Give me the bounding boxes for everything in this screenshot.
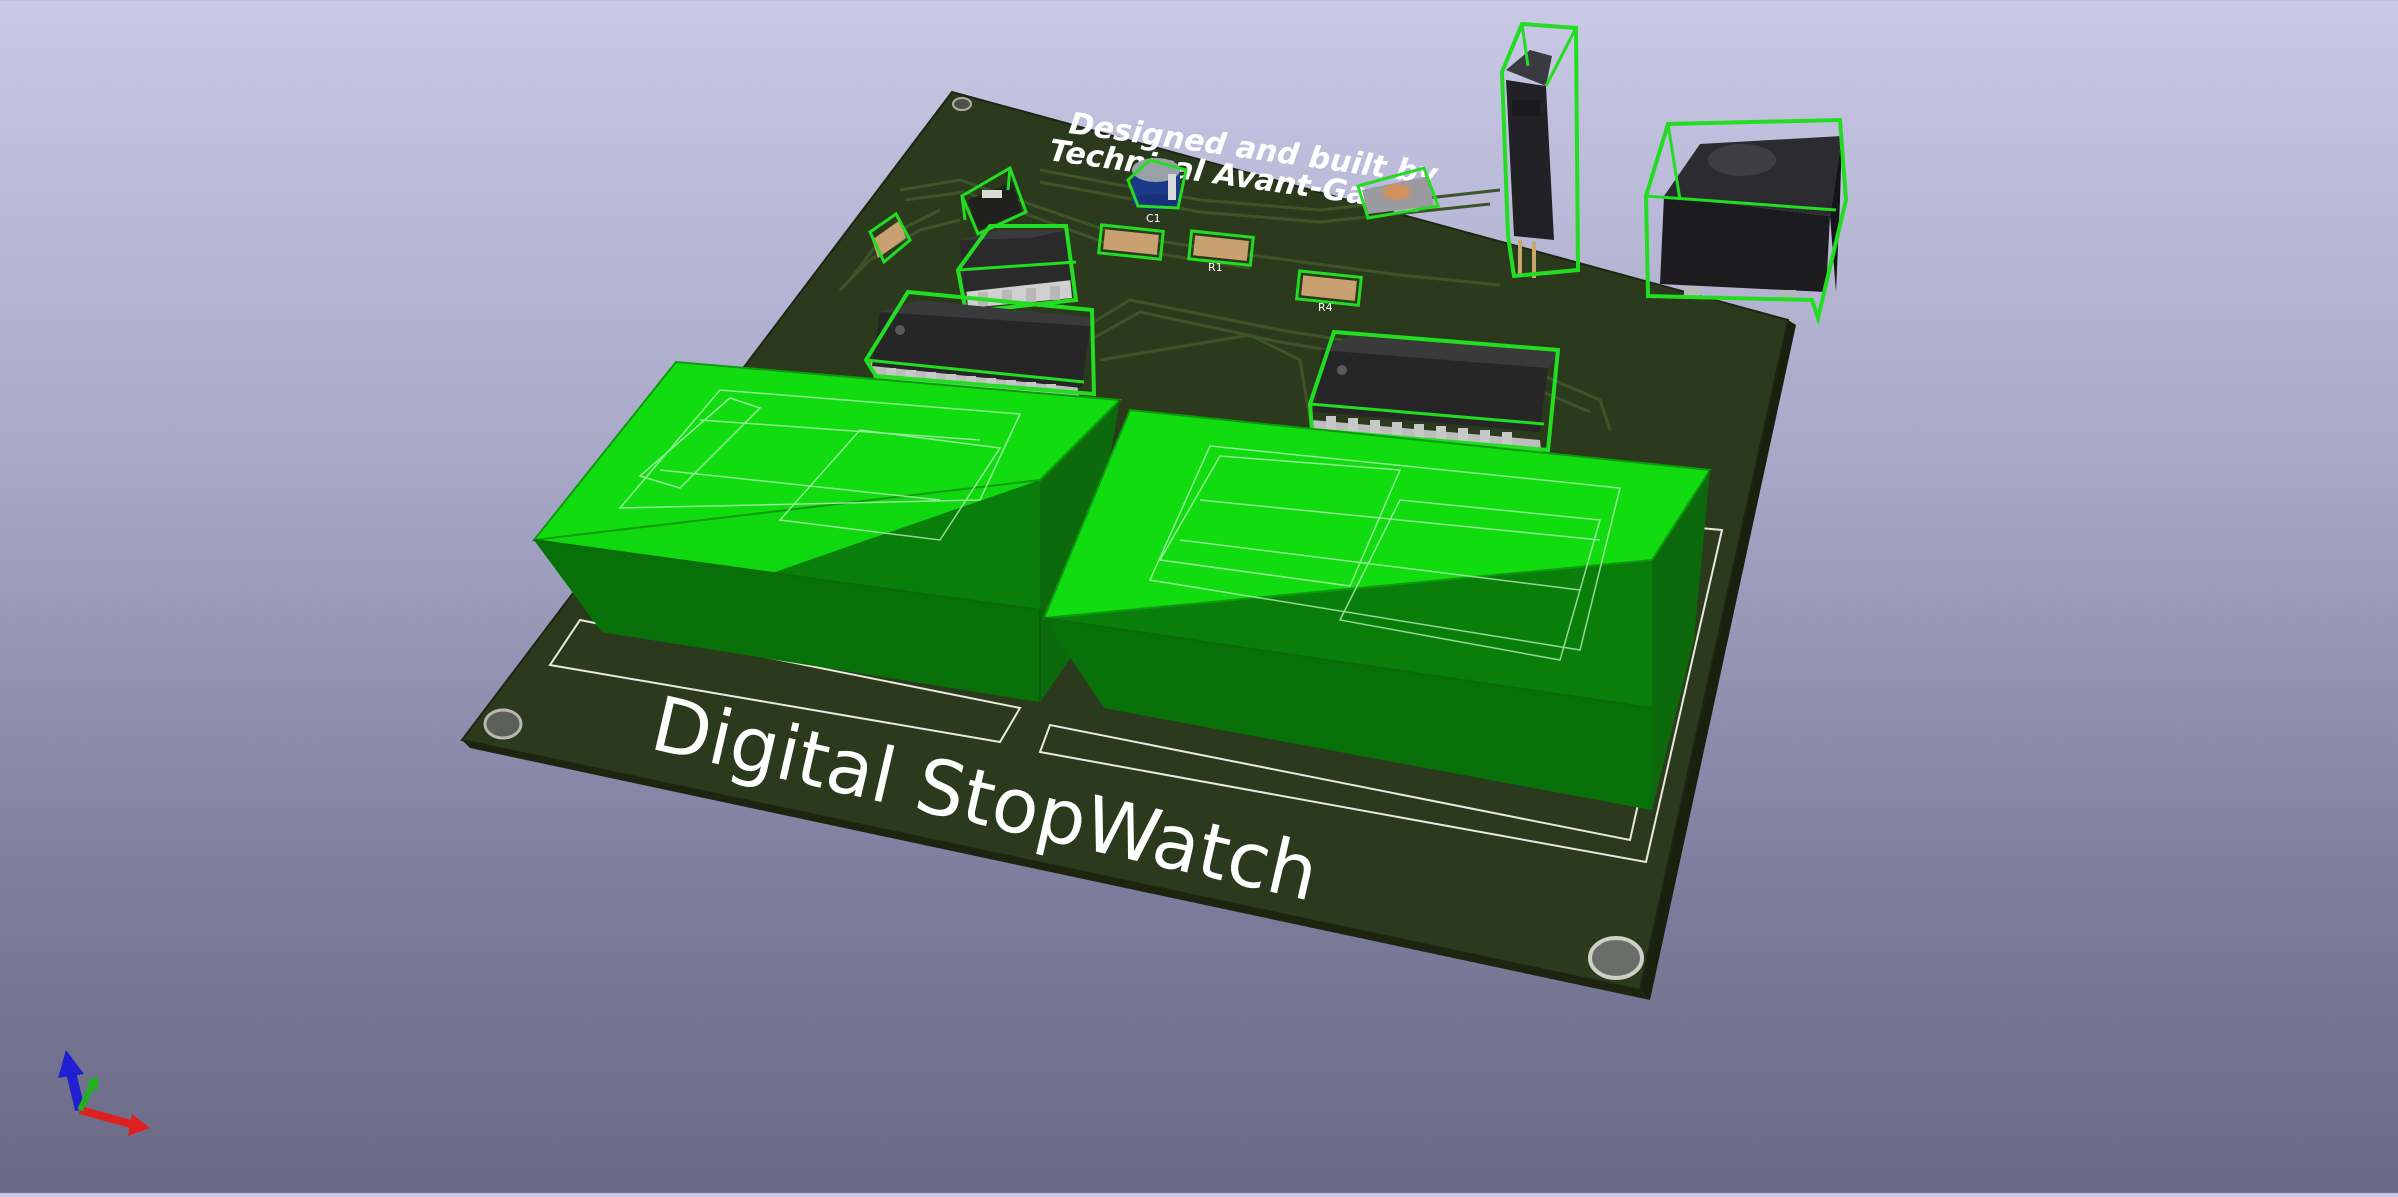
3d-viewport[interactable]: Designed and built by Technical Avant-Ga… xyxy=(0,0,2398,1193)
mounting-hole xyxy=(952,97,972,111)
dc-barrel-jack[interactable] xyxy=(1643,117,1849,326)
mounting-hole xyxy=(1588,936,1644,980)
refdes-c1: C1 xyxy=(1146,212,1161,225)
refdes-r4: R4 xyxy=(1318,301,1333,314)
mounting-hole xyxy=(483,708,523,740)
refdes-r1: R1 xyxy=(1208,261,1223,274)
pin-header-tower[interactable] xyxy=(1499,21,1581,279)
3d-scene[interactable]: Designed and built by Technical Avant-Ga… xyxy=(0,0,2398,1193)
axis-triad-icon xyxy=(58,1050,150,1136)
